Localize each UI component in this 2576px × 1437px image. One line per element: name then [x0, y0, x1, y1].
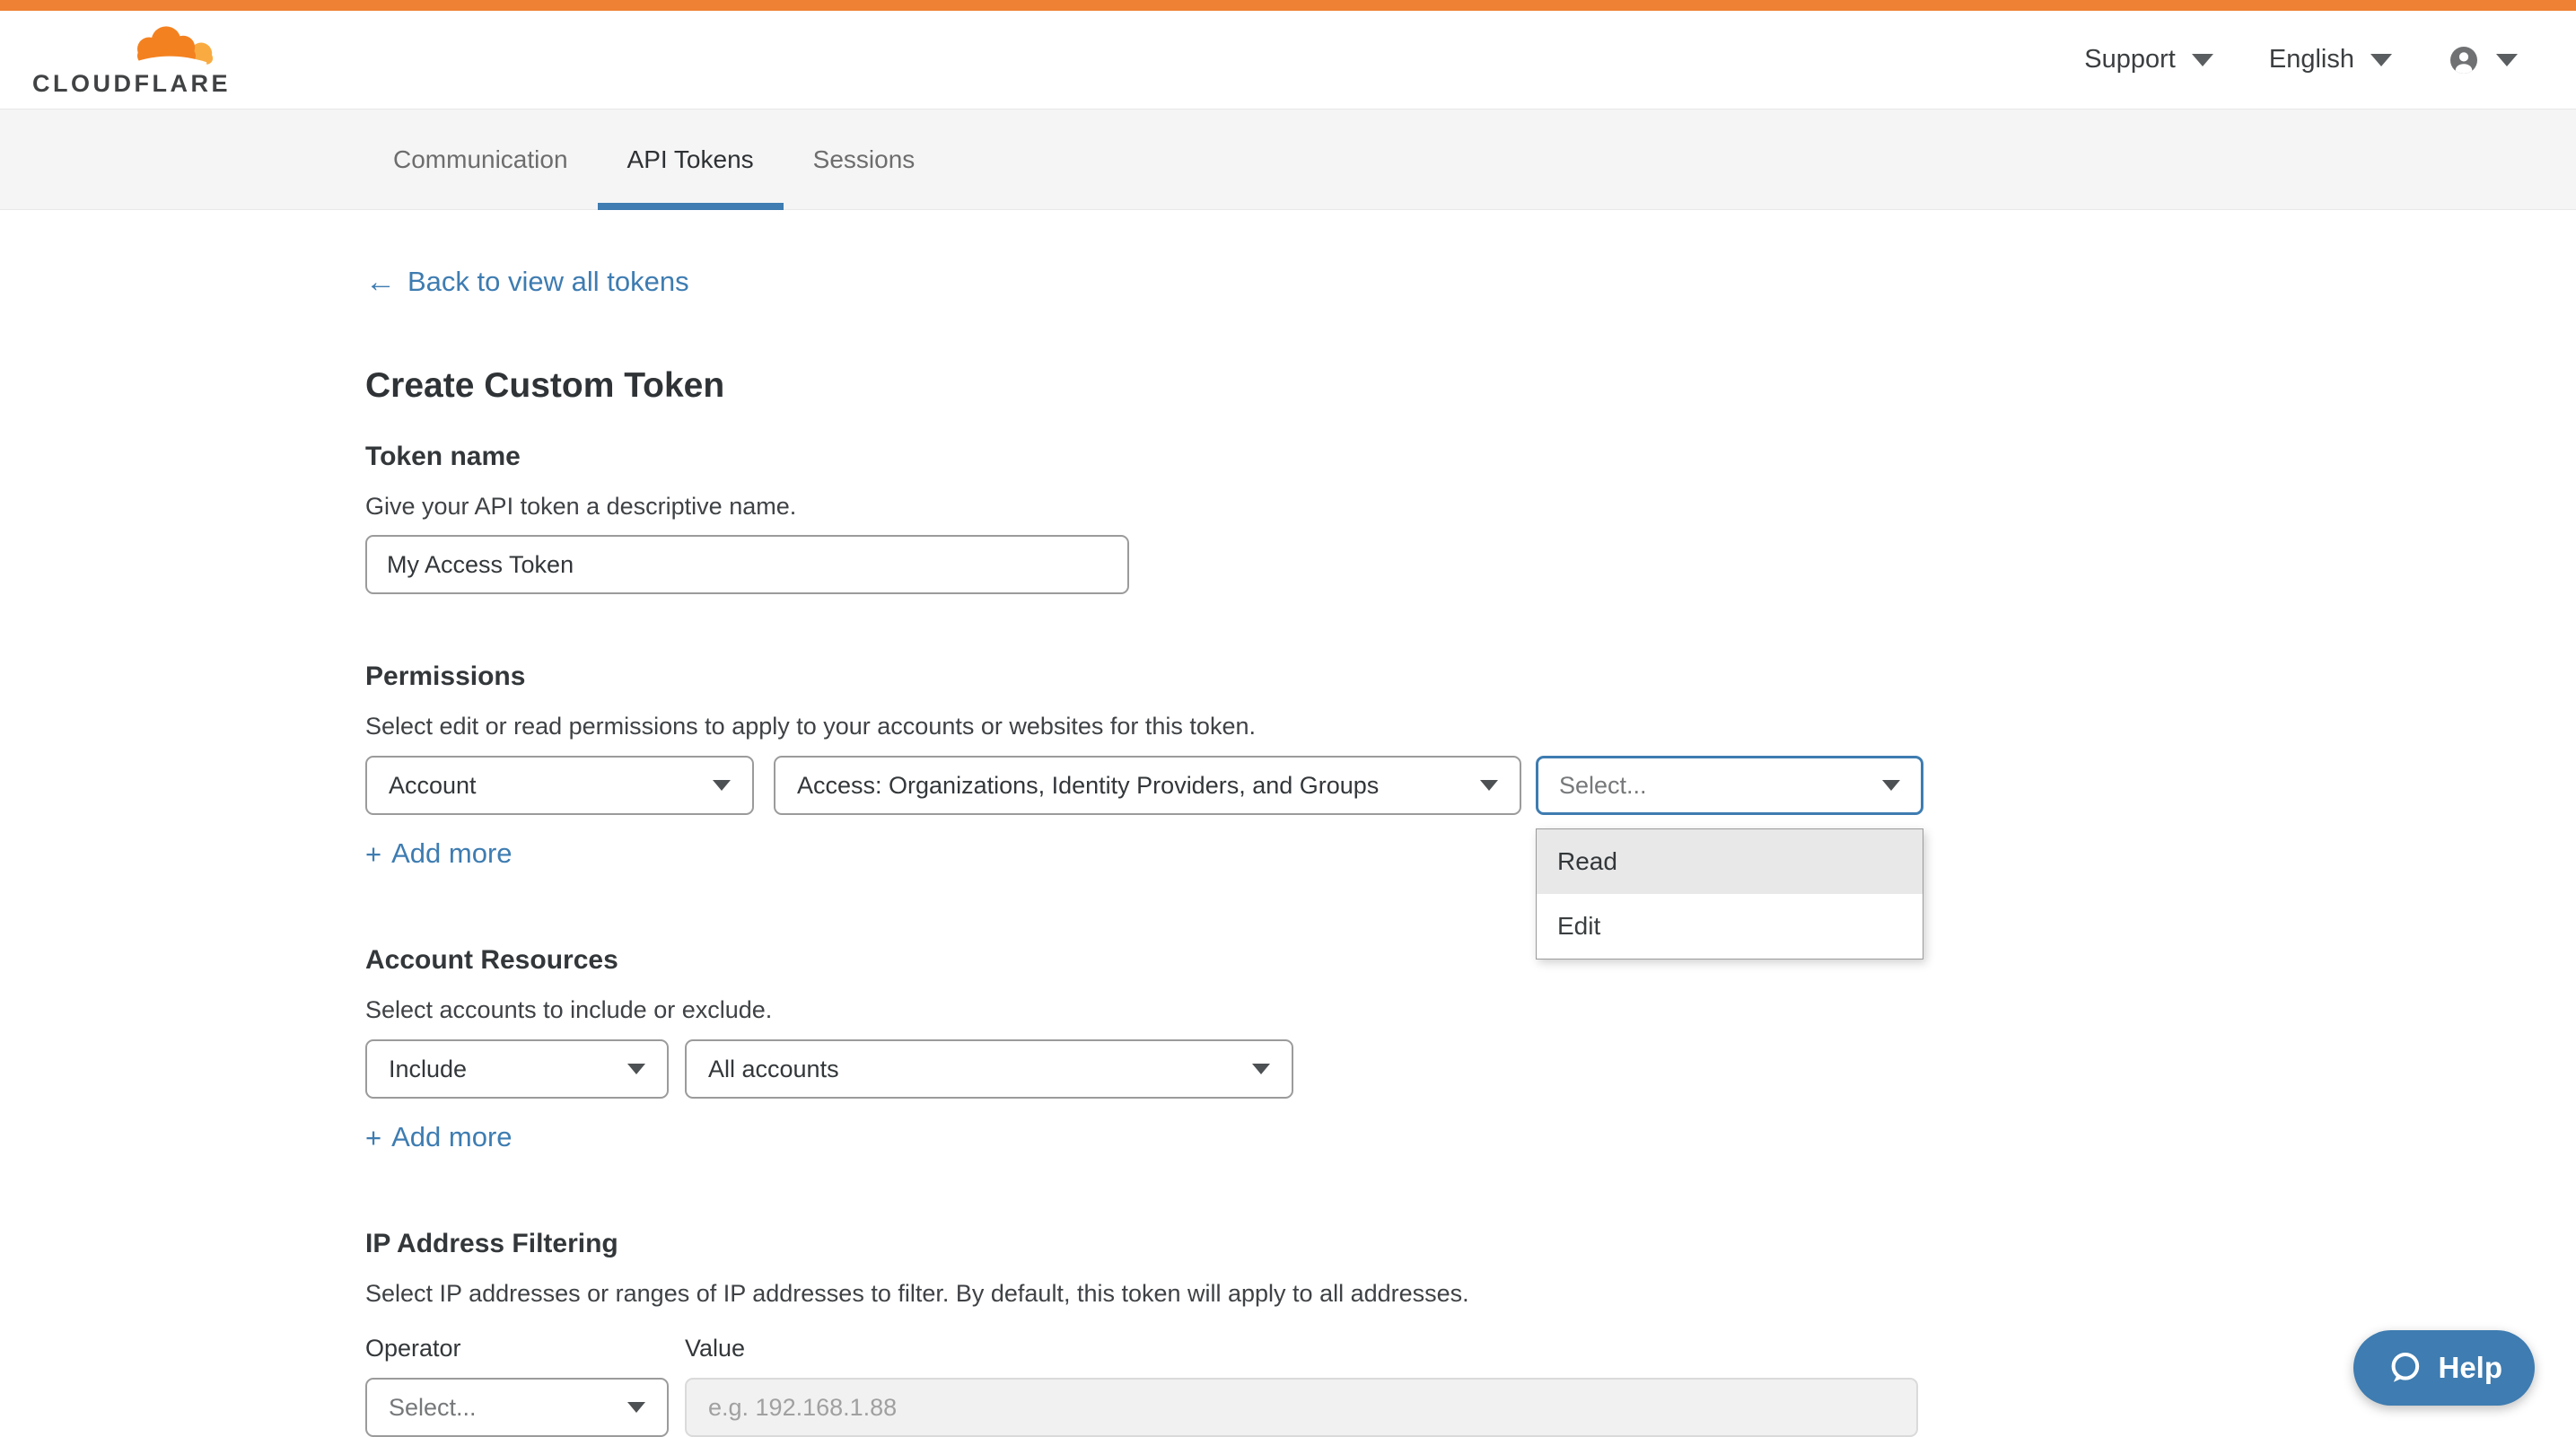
plus-icon: +: [365, 1124, 381, 1152]
support-label: Support: [2084, 45, 2176, 74]
ip-value-input[interactable]: [685, 1378, 1918, 1437]
cloudflare-logo[interactable]: CLOUDFLARE: [32, 22, 231, 98]
chevron-down-icon: [627, 1064, 645, 1074]
help-button[interactable]: Help: [2353, 1330, 2535, 1406]
language-label: English: [2269, 45, 2354, 74]
permissions-heading: Permissions: [365, 662, 2576, 692]
token-name-description: Give your API token a descriptive name.: [365, 493, 2576, 521]
operator-label: Operator: [365, 1335, 685, 1363]
resource-scope-select[interactable]: All accounts: [685, 1039, 1293, 1099]
tab-bar: Communication API Tokens Sessions: [0, 110, 2576, 210]
ip-operator-select[interactable]: Select...: [365, 1378, 669, 1437]
permissions-section: Permissions Select edit or read permissi…: [365, 662, 2576, 870]
ip-filtering-section: IP Address Filtering Select IP addresses…: [365, 1229, 2576, 1437]
access-dropdown-menu: Read Edit: [1536, 828, 1923, 959]
permissions-row: Account Access: Organizations, Identity …: [365, 756, 2576, 815]
account-menu[interactable]: [2448, 44, 2518, 76]
back-link-label: Back to view all tokens: [407, 266, 689, 298]
ip-filtering-description: Select IP addresses or ranges of IP addr…: [365, 1280, 2576, 1308]
token-name-heading: Token name: [365, 442, 2576, 472]
chevron-down-icon: [713, 780, 731, 791]
account-resources-description: Select accounts to include or exclude.: [365, 996, 2576, 1024]
account-resources-add-more-link[interactable]: + Add more: [365, 1121, 513, 1153]
header-controls: Support English: [2084, 44, 2518, 76]
select-value: Account: [389, 772, 477, 800]
logo-wordmark: CLOUDFLARE: [32, 70, 231, 98]
app-header: CLOUDFLARE Support English: [0, 11, 2576, 110]
main-content: ← Back to view all tokens Create Custom …: [0, 210, 2576, 1437]
ip-filtering-heading: IP Address Filtering: [365, 1229, 2576, 1259]
ip-filtering-labels: Operator Value: [365, 1335, 2576, 1363]
resource-mode-select[interactable]: Include: [365, 1039, 669, 1099]
permissions-add-more-link[interactable]: + Add more: [365, 837, 513, 870]
tab-label: Communication: [393, 145, 568, 174]
add-more-label: Add more: [391, 837, 512, 870]
chat-bubble-icon: [2386, 1349, 2423, 1387]
dropdown-option-edit[interactable]: Edit: [1537, 894, 1923, 959]
left-arrow-icon: ←: [365, 267, 396, 297]
dropdown-option-read[interactable]: Read: [1537, 829, 1923, 894]
permission-scope-select[interactable]: Account: [365, 756, 754, 815]
add-more-label: Add more: [391, 1121, 512, 1153]
token-name-input[interactable]: [365, 535, 1129, 594]
token-name-section: Token name Give your API token a descrip…: [365, 442, 2576, 594]
tab-communication[interactable]: Communication: [364, 110, 598, 209]
chevron-down-icon: [2370, 54, 2392, 66]
tab-api-tokens[interactable]: API Tokens: [598, 110, 784, 209]
permissions-description: Select edit or read permissions to apply…: [365, 713, 2576, 740]
ip-filtering-row: Select...: [365, 1378, 2576, 1437]
back-link[interactable]: ← Back to view all tokens: [365, 266, 689, 298]
chevron-down-icon: [627, 1402, 645, 1413]
tab-label: API Tokens: [627, 145, 754, 174]
account-resources-heading: Account Resources: [365, 945, 2576, 976]
chevron-down-icon: [2496, 54, 2518, 66]
select-placeholder: Select...: [389, 1394, 477, 1422]
select-placeholder: Select...: [1559, 772, 1647, 800]
permission-access-select[interactable]: Select...: [1536, 756, 1923, 815]
page-title: Create Custom Token: [365, 366, 2576, 406]
brand-accent-bar: [0, 0, 2576, 11]
permission-access-select-wrap: Select... Read Edit: [1536, 756, 1923, 815]
tab-label: Sessions: [813, 145, 916, 174]
avatar-icon: [2448, 44, 2480, 76]
account-resources-section: Account Resources Select accounts to inc…: [365, 945, 2576, 1153]
support-menu[interactable]: Support: [2084, 45, 2213, 74]
account-resources-row: Include All accounts: [365, 1039, 2576, 1099]
chevron-down-icon: [1882, 780, 1900, 791]
cloudflare-cloud-icon: [124, 22, 221, 69]
language-menu[interactable]: English: [2269, 45, 2392, 74]
select-value: Include: [389, 1056, 467, 1083]
chevron-down-icon: [2192, 54, 2213, 66]
help-label: Help: [2438, 1351, 2502, 1385]
select-value: All accounts: [708, 1056, 839, 1083]
chevron-down-icon: [1252, 1064, 1270, 1074]
select-value: Access: Organizations, Identity Provider…: [797, 772, 1379, 800]
plus-icon: +: [365, 840, 381, 868]
chevron-down-icon: [1480, 780, 1498, 791]
permission-group-select[interactable]: Access: Organizations, Identity Provider…: [774, 756, 1521, 815]
value-label: Value: [685, 1335, 745, 1363]
tab-sessions[interactable]: Sessions: [784, 110, 945, 209]
